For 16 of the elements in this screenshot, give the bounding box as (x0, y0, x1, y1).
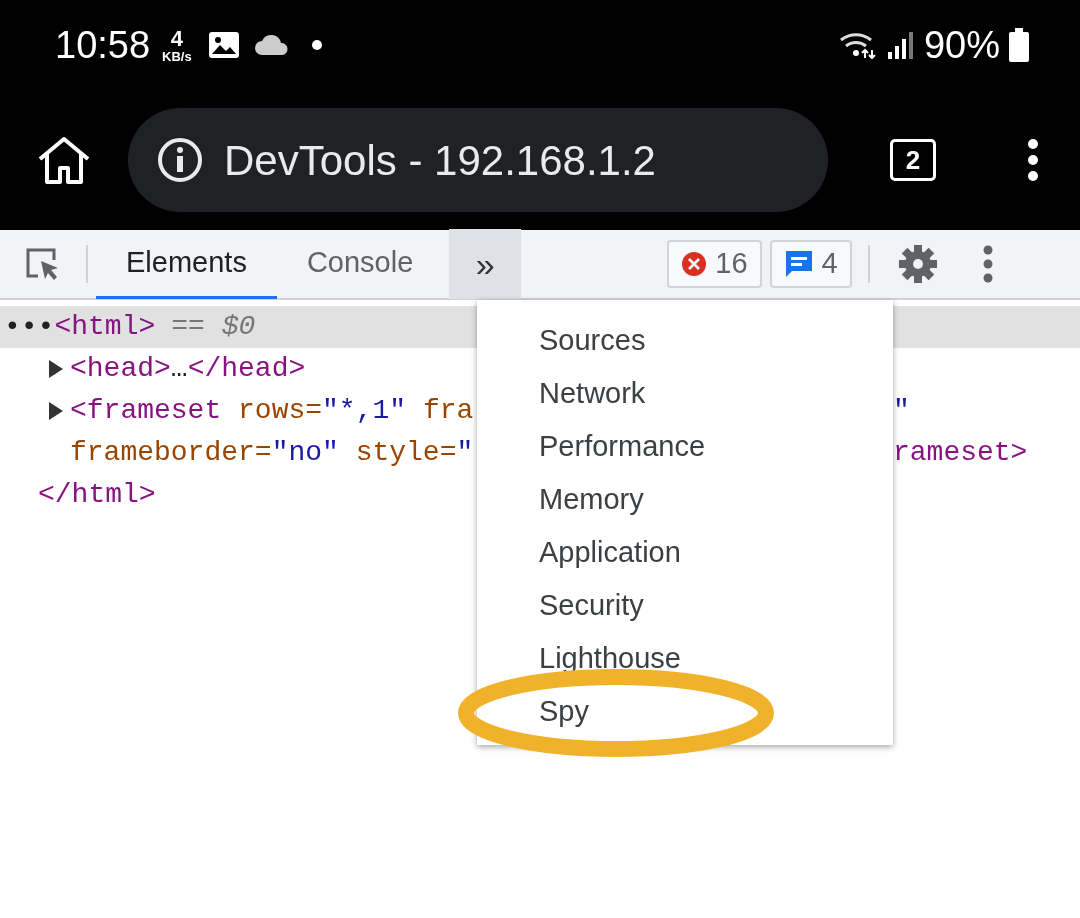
code-text: frameborder="no" style=" (70, 436, 474, 470)
row-marker: ••• (4, 310, 55, 344)
page-title: DevTools - 192.168.1.2 (224, 135, 656, 186)
code-text: " (893, 395, 910, 426)
console-reference: == $0 (171, 310, 256, 344)
battery-level: 90% (923, 22, 1000, 68)
code-text: <frameset rows="*,1" fra (70, 394, 474, 428)
code-text: rameset> (893, 437, 1028, 468)
speed-unit: KB/s (162, 49, 192, 63)
code-text: <html> (54, 310, 156, 344)
error-count: 16 (715, 246, 748, 282)
network-speed: 4 (170, 27, 184, 50)
clock-time: 10:58 (55, 22, 151, 68)
code-text: <head>…</head> (70, 352, 306, 386)
message-count: 4 (821, 246, 838, 282)
code-text: </html> (38, 479, 156, 510)
